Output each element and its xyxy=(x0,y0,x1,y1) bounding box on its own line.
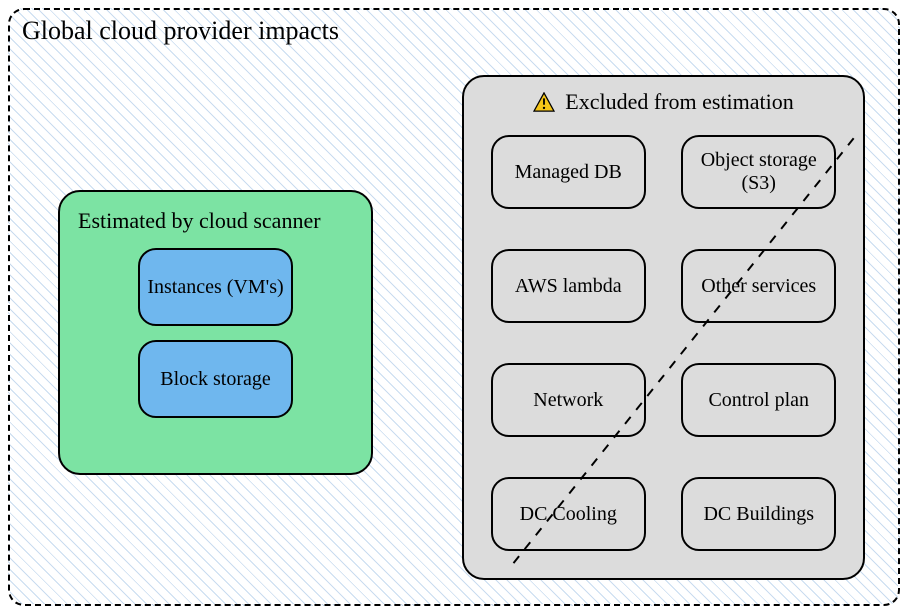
estimated-item-block-storage: Block storage xyxy=(138,340,293,418)
excluded-panel-title: Excluded from estimation xyxy=(565,89,794,115)
excluded-item-other-services: Other services xyxy=(681,249,836,323)
excluded-panel-title-row: Excluded from estimation xyxy=(478,89,849,115)
estimated-panel: Estimated by cloud scanner Instances (VM… xyxy=(58,190,373,475)
excluded-item-object-storage: Object storage (S3) xyxy=(681,135,836,209)
excluded-item-network: Network xyxy=(491,363,646,437)
excluded-item-control-plan: Control plan xyxy=(681,363,836,437)
diagram-title: Global cloud provider impacts xyxy=(22,16,339,46)
warning-icon xyxy=(533,92,555,112)
excluded-item-dc-cooling: DC Cooling xyxy=(491,477,646,551)
excluded-item-managed-db: Managed DB xyxy=(491,135,646,209)
excluded-panel: Excluded from estimation Managed DB Obje… xyxy=(462,75,865,580)
excluded-grid: Managed DB Object storage (S3) AWS lambd… xyxy=(478,127,849,559)
estimated-panel-title: Estimated by cloud scanner xyxy=(78,208,359,234)
excluded-item-dc-buildings: DC Buildings xyxy=(681,477,836,551)
estimated-item-instances: Instances (VM's) xyxy=(138,248,293,326)
global-impacts-container: Global cloud provider impacts Estimated … xyxy=(8,8,900,606)
excluded-item-aws-lambda: AWS lambda xyxy=(491,249,646,323)
